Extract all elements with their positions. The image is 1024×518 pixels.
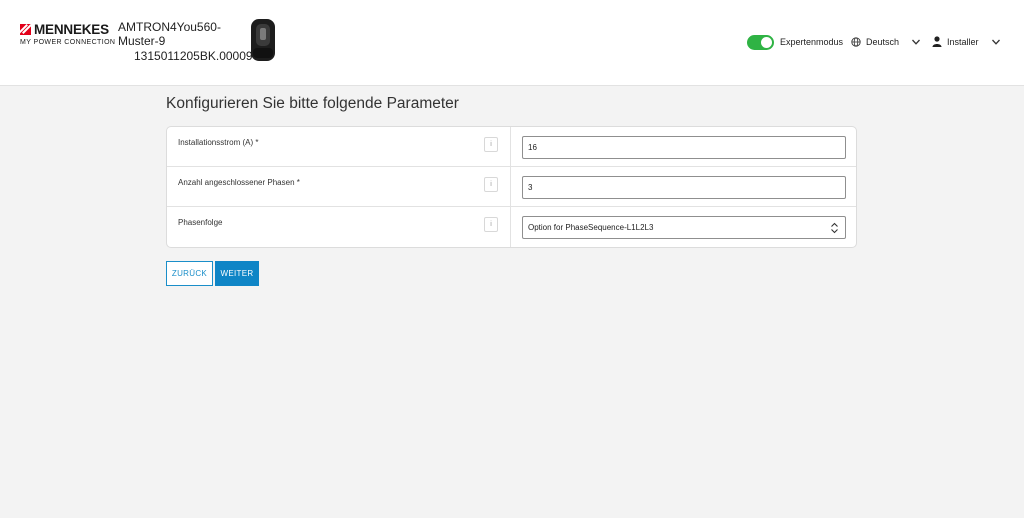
expert-mode-toggle[interactable] (747, 35, 774, 50)
mennekes-logo-mark (20, 23, 31, 35)
field-label: Phasenfolge (178, 218, 223, 227)
field-label: Anzahl angeschlossener Phasen * (178, 178, 300, 187)
expert-mode-label: Expertenmodus (780, 37, 844, 47)
back-button[interactable]: ZURÜCK (166, 261, 213, 286)
chevron-down-icon[interactable] (911, 37, 921, 47)
select-value: Option for PhaseSequence-L1L2L3 (528, 223, 654, 232)
chevron-down-icon[interactable] (991, 37, 1001, 47)
info-button[interactable]: i (484, 177, 498, 192)
brand-name: MENNEKES (34, 21, 109, 37)
page-title: Konfigurieren Sie bitte folgende Paramet… (166, 95, 459, 112)
installation-current-input[interactable]: 16 (522, 136, 846, 159)
globe-icon (851, 37, 861, 47)
user-menu[interactable]: Installer (947, 37, 979, 47)
select-arrows-icon (831, 222, 838, 234)
form-row-phase-sequence: Phasenfolge i Option for PhaseSequence-L… (167, 207, 856, 247)
brand-tagline: MY POWER CONNECTION (20, 39, 116, 46)
label-cell: Phasenfolge i (167, 207, 511, 247)
info-button[interactable]: i (484, 137, 498, 152)
next-button[interactable]: WEITER (215, 261, 259, 286)
device-serial: 1315011205BK.00009 (134, 49, 253, 63)
form-row-installation-current: Installationsstrom (A) * i 16 (167, 127, 856, 167)
user-icon (932, 36, 942, 47)
parameter-form: Installationsstrom (A) * i 16 Anzahl ang… (166, 126, 857, 248)
toggle-knob (761, 37, 772, 48)
wallbox-image (251, 19, 275, 61)
phase-sequence-select[interactable]: Option for PhaseSequence-L1L2L3 (522, 216, 846, 239)
device-name: AMTRON4You560-Muster-9 (118, 20, 221, 48)
phase-count-input[interactable]: 3 (522, 176, 846, 199)
mennekes-logo: MENNEKES MY POWER CONNECTION (20, 22, 116, 46)
label-cell: Installationsstrom (A) * i (167, 127, 511, 166)
language-selector[interactable]: Deutsch (866, 37, 899, 47)
field-label: Installationsstrom (A) * (178, 138, 259, 147)
form-row-phase-count: Anzahl angeschlossener Phasen * i 3 (167, 167, 856, 207)
info-button[interactable]: i (484, 217, 498, 232)
label-cell: Anzahl angeschlossener Phasen * i (167, 167, 511, 206)
